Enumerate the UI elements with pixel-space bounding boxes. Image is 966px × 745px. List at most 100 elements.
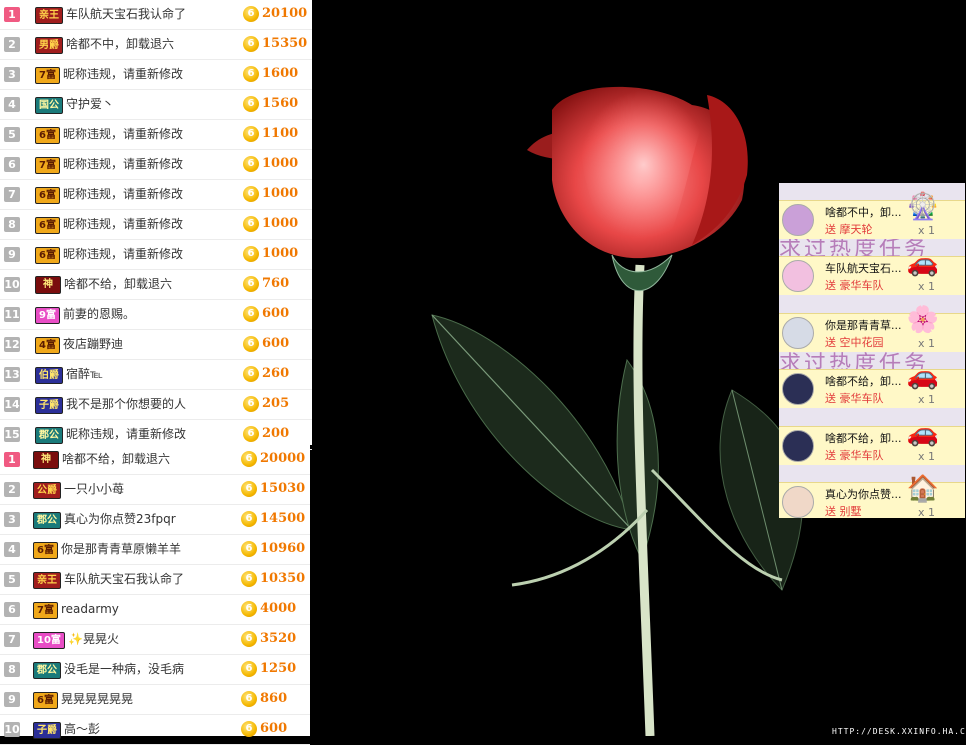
gift-count: x 1	[918, 393, 936, 406]
coin-icon: 6	[241, 631, 257, 647]
user-name: 高～彭	[64, 722, 101, 736]
level-badge: 6富	[35, 247, 60, 264]
gift-name: 送 豪华车队	[825, 279, 884, 292]
contribution-value: 1000	[262, 186, 299, 201]
user-name: 宿醉℡	[66, 367, 103, 381]
gift-sender-name: 你是那青青草...	[825, 319, 902, 332]
leaderboard-row[interactable]: 1 神啥都不给，卸载退六 6 20000	[0, 445, 310, 475]
contribution-value: 3520	[260, 631, 297, 646]
user-name: 啥都不中，卸载退六	[66, 37, 175, 51]
avatar[interactable]	[782, 204, 814, 236]
gift-notification[interactable]: 啥都不给，卸... 送 豪华车队 🚗 x 1	[779, 418, 965, 465]
rank-number: 4	[4, 542, 20, 557]
contribution-value: 20100	[262, 6, 308, 21]
leaderboard-row[interactable]: 13 伯爵 宿醉℡ 6 260	[0, 360, 312, 390]
leaderboard-row[interactable]: 5 亲王 车队航天宝石我认命了 6 10350	[0, 565, 310, 595]
leaderboard-row[interactable]: 3 郡公 真心为你点赞23fpqr 6 14500	[0, 505, 310, 535]
leaderboard-row[interactable]: 7 10富 ✨晃晃火 6 3520	[0, 625, 310, 655]
leaderboard-row[interactable]: 8 郡公 没毛是一种病，没毛病 6 1250	[0, 655, 310, 685]
ferris-wheel-icon: 🎡	[906, 192, 940, 222]
level-badge: 7富	[33, 602, 58, 619]
rank-number: 9	[4, 692, 20, 707]
user-name: 车队航天宝石我认命了	[64, 572, 185, 586]
level-badge: 6富	[35, 187, 60, 204]
gift-notification[interactable]: 你是那青青草... 送 空中花园 🌸 x 1	[779, 305, 965, 352]
car-icon: 🚗	[906, 248, 940, 278]
user-name: 昵称违规，请重新修改	[63, 67, 184, 81]
gift-name: 送 豪华车队	[825, 392, 884, 405]
leaderboard-row[interactable]: 8 6富 昵称违规，请重新修改 6 1000	[0, 210, 312, 240]
leaderboard-row[interactable]: 4 国公 守护爱丶 6 1560	[0, 90, 312, 120]
coin-icon: 6	[241, 541, 257, 557]
coin-icon: 6	[243, 306, 259, 322]
contribution-value: 15030	[260, 481, 306, 496]
coin-icon: 6	[241, 601, 257, 617]
gift-sender-name: 车队航天宝石...	[825, 262, 902, 275]
leaderboard-row[interactable]: 12 4富 夜店蹦野迪 6 600	[0, 330, 312, 360]
leaderboard-row[interactable]: 6 7富 昵称违规，请重新修改 6 1000	[0, 150, 312, 180]
leaderboard-row[interactable]: 10 子爵 高～彭 6 600	[0, 715, 310, 745]
rank-number: 1	[4, 452, 20, 467]
gift-name: 送 别墅	[825, 505, 862, 518]
coin-icon: 6	[243, 186, 259, 202]
leaderboard-row[interactable]: 4 6富 你是那青青草原懒羊羊 6 10960	[0, 535, 310, 565]
leaderboard-row[interactable]: 11 9富 前妻的恩赐。 6 600	[0, 300, 312, 330]
gift-notification[interactable]: 真心为你点赞... 送 别墅 🏠 x 1	[779, 474, 965, 518]
coin-icon: 6	[241, 691, 257, 707]
contribution-value: 260	[262, 366, 290, 381]
avatar[interactable]	[782, 317, 814, 349]
coin-icon: 6	[241, 481, 257, 497]
leaderboard-row[interactable]: 3 7富 昵称违规，请重新修改 6 1600	[0, 60, 312, 90]
user-name: 昵称违规，请重新修改	[63, 187, 184, 201]
leaderboard-row[interactable]: 10 神啥都不给，卸载退六 6 760	[0, 270, 312, 300]
level-badge: 子爵	[33, 722, 61, 739]
rank-number: 2	[4, 482, 20, 497]
level-badge: 6富	[35, 217, 60, 234]
gift-notification[interactable]: 车队航天宝石... 送 豪华车队 🚗 x 1	[779, 248, 965, 295]
user-name: 你是那青青草原懒羊羊	[61, 542, 182, 556]
leaderboard-row[interactable]: 9 6富 晃晃晃晃晃晃 6 860	[0, 685, 310, 715]
garden-icon: 🌸	[906, 305, 940, 335]
leaderboard-row[interactable]: 14 子爵 我不是那个你想要的人 6 205	[0, 390, 312, 420]
rank-number: 11	[4, 307, 20, 322]
avatar[interactable]	[782, 430, 814, 462]
rank-number: 2	[4, 37, 20, 52]
gift-notification[interactable]: 啥都不给，卸... 送 豪华车队 🚗 x 1	[779, 361, 965, 408]
gift-count: x 1	[918, 450, 936, 463]
user-name: 晃晃晃晃晃晃	[61, 692, 134, 706]
rank-number: 3	[4, 67, 20, 82]
contribution-value: 600	[260, 721, 288, 736]
level-badge: 公爵	[33, 482, 61, 499]
rank-number: 4	[4, 97, 20, 112]
leaderboard-row[interactable]: 5 6富 昵称违规，请重新修改 6 1100	[0, 120, 312, 150]
gift-sender-name: 啥都不给，卸...	[825, 375, 902, 388]
contribution-value: 14500	[260, 511, 306, 526]
watermark: HTTP://DESK.XXINFO.HA.CN	[832, 727, 966, 736]
leaderboard-row[interactable]: 2 公爵 一只小小苺 6 15030	[0, 475, 310, 505]
coin-icon: 6	[243, 276, 259, 292]
rank-number: 7	[4, 187, 20, 202]
coin-icon: 6	[243, 336, 259, 352]
level-badge: 神	[35, 276, 61, 294]
contribution-value: 1250	[260, 661, 297, 676]
avatar[interactable]	[782, 486, 814, 518]
level-badge: 6富	[33, 542, 58, 559]
gift-count: x 1	[918, 224, 936, 237]
level-badge: 子爵	[35, 397, 63, 414]
leaderboard-row[interactable]: 7 6富 昵称违规，请重新修改 6 1000	[0, 180, 312, 210]
avatar[interactable]	[782, 373, 814, 405]
contribution-value: 1600	[262, 66, 299, 81]
gift-notification[interactable]: 啥都不中，卸... 送 摩天轮 🎡 x 1	[779, 192, 965, 239]
gift-name: 送 豪华车队	[825, 449, 884, 462]
leaderboard-row[interactable]: 9 6富 昵称违规，请重新修改 6 1000	[0, 240, 312, 270]
level-badge: 郡公	[33, 512, 61, 529]
avatar[interactable]	[782, 260, 814, 292]
rank-number: 5	[4, 572, 20, 587]
leaderboard-row[interactable]: 2 男爵 啥都不中，卸载退六 6 15350	[0, 30, 312, 60]
leaderboard-panel-bottom: 1 神啥都不给，卸载退六 6 20000 2 公爵 一只小小苺 6 15030 3 郡公 真心为你点赞…	[0, 445, 310, 745]
coin-icon: 6	[243, 246, 259, 262]
leaderboard-row[interactable]: 6 7富 readarmy 6 4000	[0, 595, 310, 625]
user-name: 守护爱丶	[66, 97, 115, 111]
leaderboard-row[interactable]: 1 亲王 车队航天宝石我认命了 6 20100	[0, 0, 312, 30]
contribution-value: 760	[262, 276, 290, 291]
